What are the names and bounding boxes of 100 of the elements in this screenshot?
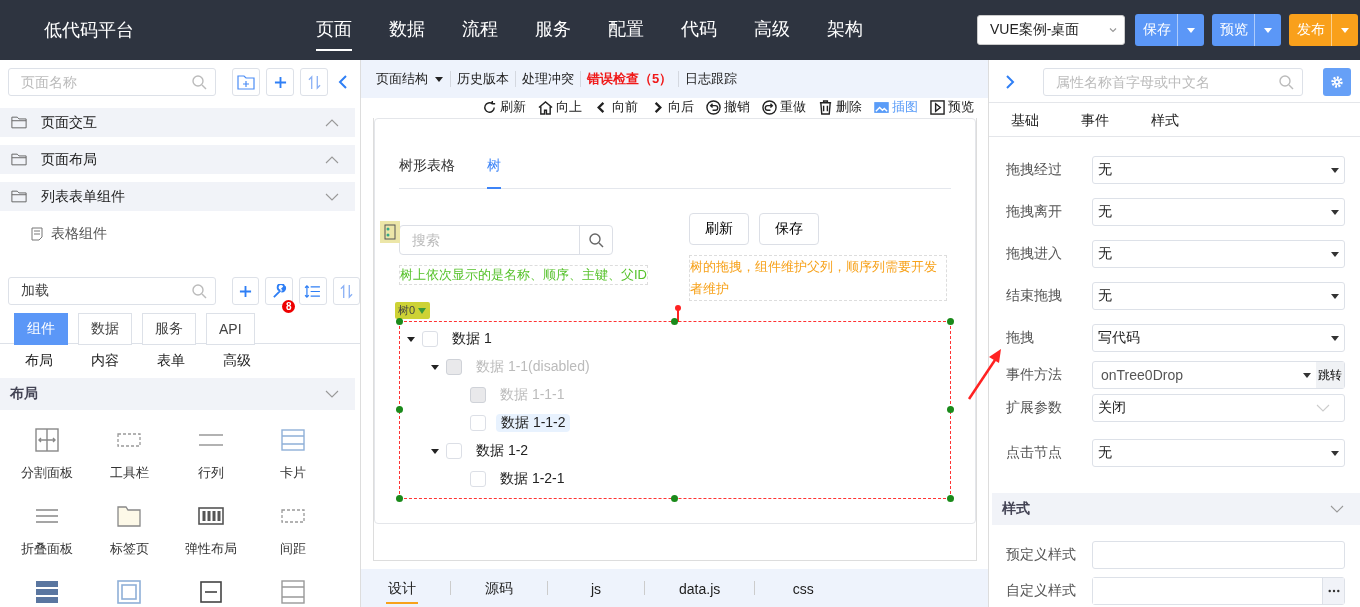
action-button[interactable]: 删除 (818, 98, 862, 116)
toolbar-link[interactable]: 日志跟踪 (685, 70, 738, 88)
editor-tab[interactable]: js (580, 573, 612, 603)
category-tab[interactable]: 高级 (223, 352, 251, 370)
tree-node[interactable]: 数据 1-2 (472, 439, 533, 463)
canvas-button[interactable]: 保存 (759, 213, 819, 245)
event-select[interactable]: 无 (1092, 198, 1345, 226)
component-tile[interactable]: 间距 (252, 504, 334, 558)
event-select[interactable]: 无 (1092, 240, 1345, 268)
chevron-right-icon[interactable] (1005, 74, 1015, 90)
toolbar-link[interactable]: 历史版本 (457, 70, 509, 88)
component-tile[interactable]: 标签页 (88, 504, 170, 558)
option-select[interactable]: 关闭 (1092, 394, 1345, 422)
event-select[interactable]: 无 (1092, 156, 1345, 184)
resize-handle[interactable] (396, 495, 403, 502)
action-button[interactable]: 重做 (762, 98, 806, 116)
section-header[interactable]: 布局 (0, 378, 355, 410)
tree-search-field[interactable]: 搜索 (399, 225, 613, 255)
settings-button[interactable] (1323, 68, 1351, 96)
event-select[interactable]: 无 (1092, 282, 1345, 310)
action-button[interactable]: 撤销 (706, 98, 750, 116)
add-button[interactable] (266, 68, 294, 96)
line-spacing-button[interactable] (299, 277, 327, 305)
project-select[interactable]: VUE案例-桌面 (977, 15, 1125, 45)
style-field[interactable] (1092, 577, 1345, 605)
panel-tab[interactable]: 服务 (142, 313, 196, 345)
canvas-tab[interactable]: 树形表格 (399, 157, 455, 189)
checkbox[interactable] (470, 471, 486, 487)
component-tile[interactable]: 折叠面板 (6, 504, 88, 558)
component-tile[interactable]: 行列 (170, 428, 252, 482)
component-tile[interactable]: 卡片 (252, 428, 334, 482)
caret-icon[interactable] (406, 334, 416, 344)
checkbox[interactable] (422, 331, 438, 347)
nav-tab[interactable]: 架构 (827, 9, 863, 51)
nav-tab[interactable]: 流程 (462, 9, 498, 51)
resize-handle[interactable] (671, 495, 678, 502)
nav-tab[interactable]: 数据 (389, 9, 425, 51)
action-button[interactable]: 预览 (930, 98, 974, 116)
add-button[interactable] (232, 277, 260, 305)
nav-tab[interactable]: 代码 (681, 9, 717, 51)
section-header[interactable]: 样式 (992, 493, 1360, 525)
action-button[interactable]: 向前 (594, 98, 638, 116)
rotate-handle[interactable] (675, 305, 681, 322)
toolbar-link[interactable]: 错误检查（5） (587, 70, 673, 88)
property-search-input[interactable]: 属性名称首字母或中文名 (1056, 74, 1278, 90)
tree-settings-icon[interactable] (380, 221, 400, 243)
resize-handle[interactable] (947, 318, 954, 325)
add-folder-button[interactable] (232, 68, 260, 96)
action-button[interactable]: 刷新 (482, 98, 526, 116)
property-tab[interactable]: 样式 (1151, 112, 1179, 130)
chevron-left-icon[interactable] (338, 74, 348, 90)
resize-handle[interactable] (947, 406, 954, 413)
action-button[interactable]: 向后 (650, 98, 694, 116)
component-tile[interactable]: 弹性布局 (170, 504, 252, 558)
nav-tab[interactable]: 高级 (754, 9, 790, 51)
component-tile[interactable]: 工具栏 (88, 428, 170, 482)
page-item[interactable]: 表格组件 (0, 219, 151, 249)
event-select[interactable]: 写代码 (1092, 324, 1345, 352)
nav-tab[interactable]: 服务 (535, 9, 571, 51)
resize-handle[interactable] (947, 495, 954, 502)
editor-tab[interactable]: data.js (677, 573, 723, 603)
nav-tab[interactable]: 页面 (316, 9, 352, 51)
component-tag[interactable]: 树0 (395, 302, 431, 319)
resize-handle[interactable] (396, 406, 403, 413)
resize-handle[interactable] (396, 318, 403, 325)
editor-tab[interactable]: css (787, 573, 820, 603)
tree-node[interactable]: 数据 1 (448, 327, 496, 351)
canvas-button[interactable]: 刷新 (689, 213, 749, 245)
editor-tab[interactable]: 设计 (386, 572, 418, 604)
action-button[interactable]: 向上 (538, 98, 582, 116)
sort-button[interactable] (300, 68, 328, 96)
resize-handle[interactable] (671, 318, 678, 325)
property-search-field[interactable]: 属性名称首字母或中文名 (1043, 68, 1303, 96)
caret-icon[interactable] (430, 446, 440, 456)
style-input[interactable] (1092, 541, 1345, 569)
toolbar-link[interactable]: 页面结构 (376, 70, 444, 88)
more-button[interactable] (1322, 578, 1344, 604)
category-tab[interactable]: 布局 (25, 352, 53, 370)
page-search-field[interactable]: 页面名称 (8, 68, 216, 96)
tree-search-input[interactable]: 搜索 (412, 232, 579, 248)
tree-node[interactable]: 数据 1-2-1 (496, 467, 569, 491)
page-group[interactable]: 页面交互 (0, 108, 355, 137)
canvas-tab[interactable]: 树 (487, 157, 501, 189)
page-group[interactable]: 列表表单组件 (0, 182, 355, 211)
event-select[interactable]: 无 (1092, 439, 1345, 467)
panel-tab[interactable]: API (206, 313, 255, 345)
property-tab[interactable]: 事件 (1081, 112, 1109, 130)
checkbox[interactable] (446, 443, 462, 459)
component-search-input[interactable]: 加载 (21, 283, 191, 299)
page-group[interactable]: 页面布局 (0, 145, 355, 174)
editor-tab[interactable]: 源码 (483, 572, 515, 604)
property-tab[interactable]: 基础 (1011, 112, 1039, 130)
component-search-field[interactable]: 加载 (8, 277, 216, 305)
category-tab[interactable]: 内容 (91, 352, 119, 370)
sort-button[interactable] (332, 277, 360, 305)
toolbar-link[interactable]: 处理冲突 (522, 70, 574, 88)
panel-tab[interactable]: 数据 (78, 313, 132, 345)
category-tab[interactable]: 表单 (157, 352, 185, 370)
page-search-input[interactable]: 页面名称 (21, 74, 191, 90)
nav-tab[interactable]: 配置 (608, 9, 644, 51)
